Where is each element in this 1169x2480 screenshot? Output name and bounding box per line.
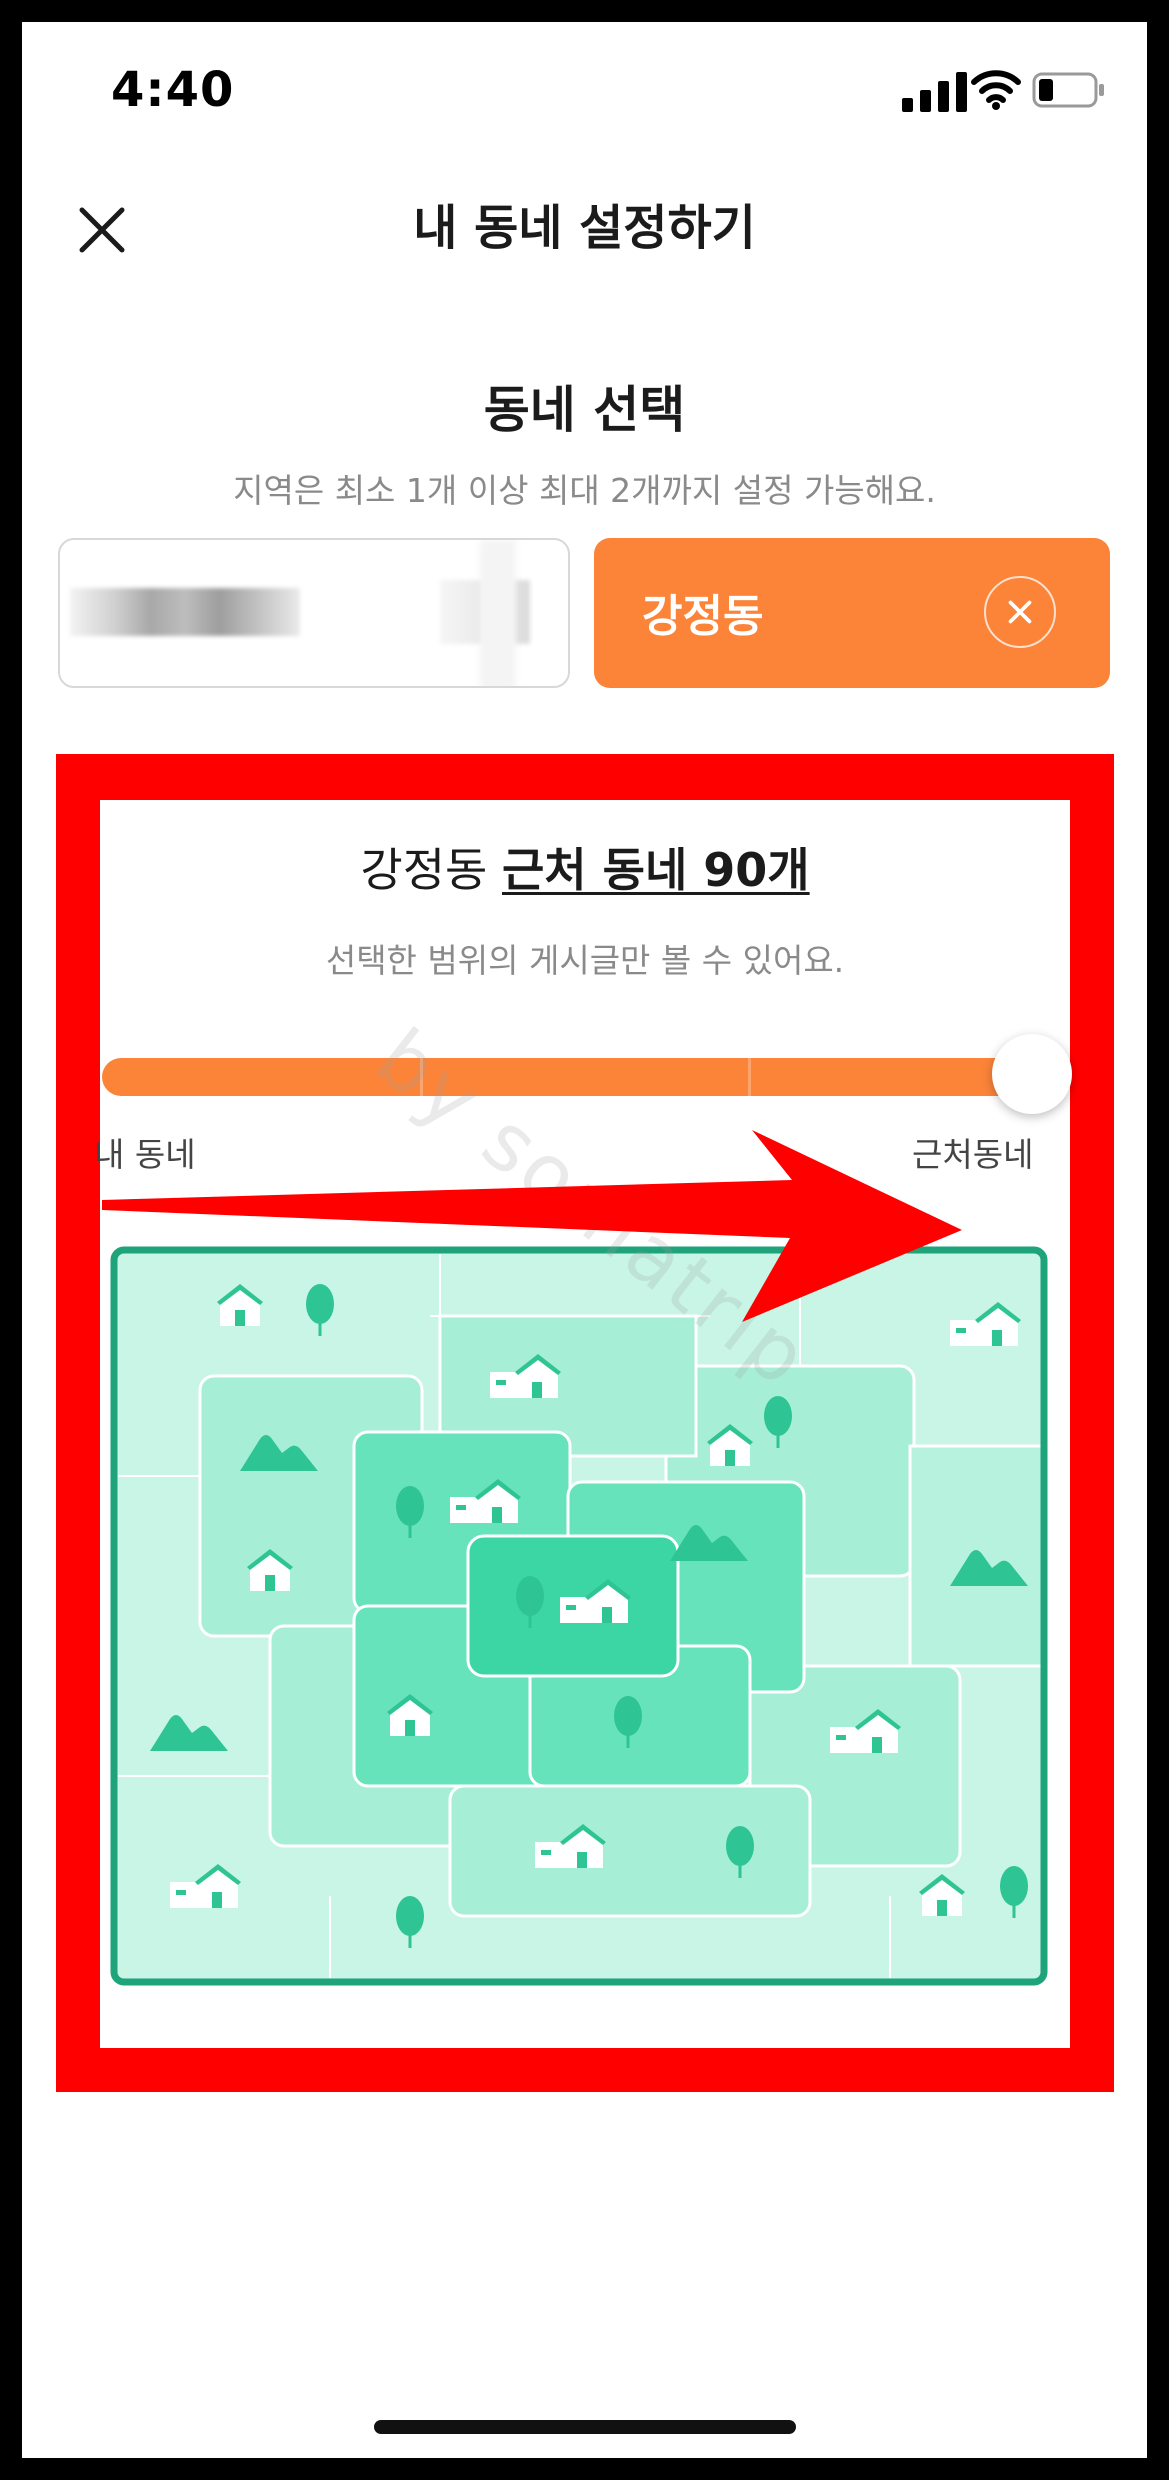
range-title-prefix: 강정동 <box>360 843 488 897</box>
cellular-signal-icon <box>902 72 967 112</box>
neighborhood-map-illustration <box>110 1246 1048 1986</box>
close-circle-icon[interactable] <box>984 576 1056 648</box>
neighborhood-chip-empty[interactable] <box>58 538 570 688</box>
chip-label: 강정동 <box>642 591 764 642</box>
range-slider-track[interactable] <box>102 1058 1070 1096</box>
screen: 4:40 내 동네 설정하기 동네 선택 지역은 최소 1개 이상 최대 2개까… <box>22 22 1147 2458</box>
status-time: 4:40 <box>111 62 235 118</box>
range-title: 강정동 근처 동네 90개 <box>100 834 1070 900</box>
range-subtitle: 선택한 범위의 게시글만 볼 수 있어요. <box>325 941 845 980</box>
blurred-content <box>480 540 516 686</box>
range-title-emphasis: 근처 동네 90개 <box>501 843 810 897</box>
blurred-content <box>70 588 300 636</box>
page-title: 내 동네 설정하기 <box>413 200 756 256</box>
section-title: 동네 선택 <box>483 381 686 439</box>
section-subtitle: 지역은 최소 1개 이상 최대 2개까지 설정 가능해요. <box>233 471 936 510</box>
home-indicator <box>374 2420 796 2434</box>
range-slider-thumb[interactable] <box>992 1034 1072 1114</box>
annotation-arrow <box>102 1130 962 1322</box>
slider-tick <box>748 1058 751 1096</box>
neighborhood-chip-selected[interactable]: 강정동 <box>594 538 1110 688</box>
battery-icon <box>1032 72 1104 108</box>
wifi-icon <box>971 70 1021 110</box>
